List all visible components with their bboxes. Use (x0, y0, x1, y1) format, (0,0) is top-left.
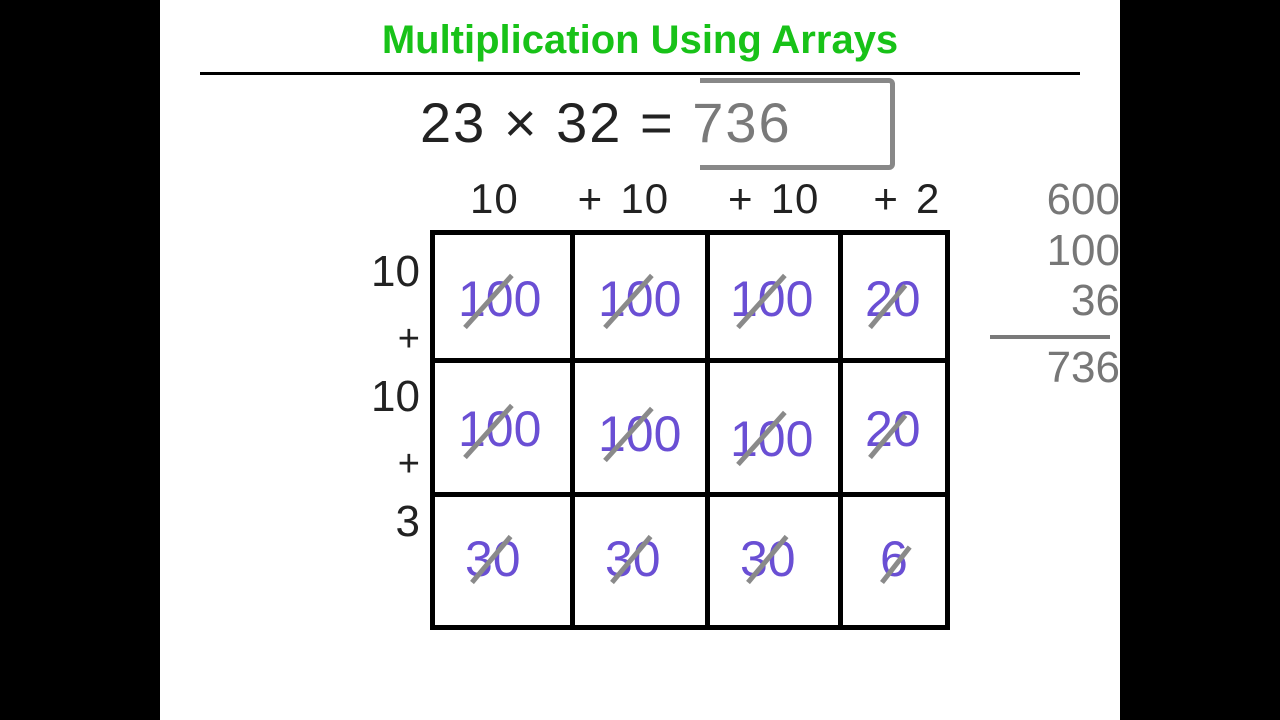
row-plus-0: + (360, 320, 420, 375)
sum-addend-1: 100 (980, 226, 1120, 277)
row-headers: 10 + 10 + 3 (360, 250, 420, 570)
answer-box (700, 78, 895, 170)
row-plus-1: + (360, 445, 420, 500)
col-h-3: 2 (916, 175, 966, 223)
equation-lhs: 23 × 32 (420, 91, 622, 154)
equation-eq: = (640, 91, 675, 154)
row-h-2: 3 (360, 500, 420, 570)
col-plus-1: + (728, 175, 758, 223)
sum-line (990, 335, 1110, 339)
whiteboard: Multiplication Using Arrays 23 × 32 = 73… (160, 0, 1120, 720)
col-h-2: 10 (771, 175, 861, 223)
col-h-0: 10 (470, 175, 565, 223)
row-h-0: 10 (360, 250, 420, 320)
col-h-1: 10 (620, 175, 715, 223)
title-underline (200, 72, 1080, 75)
sum-addend-0: 600 (980, 175, 1120, 226)
sum-total: 736 (980, 343, 1120, 394)
column-headers: 10 + 10 + 10 + 2 (470, 175, 966, 223)
sum-column: 600 100 36 736 (980, 175, 1120, 393)
col-plus-0: + (578, 175, 608, 223)
row-h-1: 10 (360, 375, 420, 445)
array-grid: 100 100 100 20 100 100 100 20 30 30 30 6 (430, 230, 950, 630)
sum-addend-2: 36 (980, 276, 1120, 327)
page-title: Multiplication Using Arrays (160, 18, 1120, 63)
col-plus-2: + (873, 175, 903, 223)
